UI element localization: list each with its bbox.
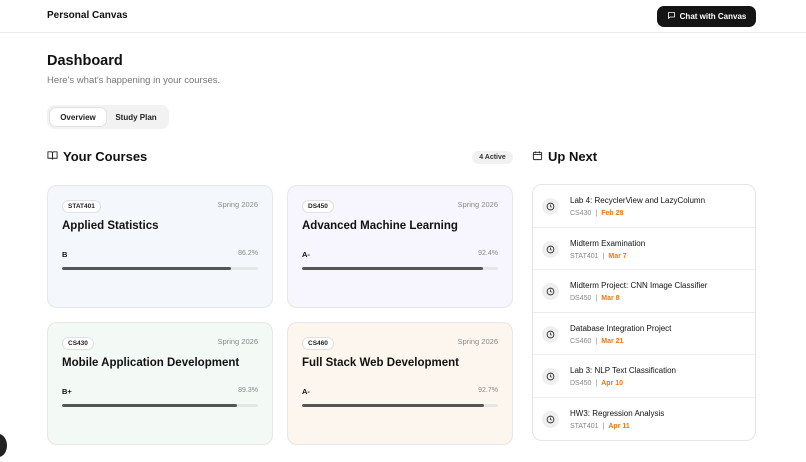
course-grade: A- [302, 250, 310, 259]
tab-study-plan[interactable]: Study Plan [110, 108, 162, 126]
top-bar: Personal Canvas Chat with Canvas [0, 0, 806, 33]
assignment-due-date: Apr 11 [608, 422, 630, 430]
up-next-item[interactable]: HW3: Regression Analysis STAT401 | Apr 11 [533, 398, 755, 440]
floating-action-button[interactable] [0, 434, 7, 457]
course-card[interactable]: CS460 Spring 2026 Full Stack Web Develop… [287, 322, 513, 445]
course-grade: A- [302, 387, 310, 396]
page-title: Dashboard [47, 53, 123, 69]
course-code: DS450 [302, 200, 334, 213]
meta-separator: | [595, 380, 598, 388]
course-card[interactable]: DS450 Spring 2026 Advanced Machine Learn… [287, 185, 513, 308]
course-percent: 92.4% [478, 250, 498, 257]
assignment-title: HW3: Regression Analysis [570, 408, 665, 418]
course-percent: 86.2% [238, 250, 258, 257]
meta-separator: | [595, 295, 598, 303]
assignment-title: Lab 4: RecyclerView and LazyColumn [570, 196, 706, 205]
grade-progress-bar [62, 267, 258, 270]
up-next-item[interactable]: Lab 4: RecyclerView and LazyColumn CS430… [533, 185, 755, 228]
assignment-course: CS460 [570, 337, 592, 345]
active-count-badge: 4 Active [472, 151, 513, 164]
assignment-due-date: Mar 8 [601, 295, 620, 303]
clock-icon [542, 198, 559, 215]
tab-overview[interactable]: Overview [50, 108, 106, 126]
your-courses-title: Your Courses [63, 149, 148, 164]
clock-icon [542, 283, 559, 301]
assignment-due-date: Mar 7 [608, 252, 627, 260]
meta-separator: | [595, 210, 598, 217]
page-subtitle: Here's what's happening in your courses. [47, 75, 221, 86]
assignment-title: Midterm Project: CNN Image Classifier [570, 281, 708, 291]
up-next-item[interactable]: Lab 3: NLP Text Classification DS450 | Apr… [533, 355, 755, 398]
course-card[interactable]: STAT401 Spring 2026 Applied Statistics B… [47, 185, 273, 308]
up-next-list: Lab 4: RecyclerView and LazyColumn CS430… [532, 184, 756, 441]
up-next-item[interactable]: Midterm Examination STAT401 | Mar 7 [533, 228, 755, 271]
grade-progress-bar [302, 267, 498, 270]
grade-progress-bar [302, 404, 498, 407]
assignment-title: Database Integration Project [570, 323, 672, 333]
grade-progress-fill [62, 404, 238, 407]
course-name: Applied Statistics [62, 220, 159, 232]
up-next-item[interactable]: Database Integration Project CS460 | Mar 2… [533, 313, 755, 356]
clock-icon [542, 240, 559, 258]
assignment-course: CS430 [570, 210, 592, 217]
meta-separator: | [602, 252, 605, 260]
up-next-heading: Up Next [532, 149, 597, 164]
course-code: CS430 [62, 337, 94, 350]
message-square-icon [667, 11, 676, 22]
assignment-title: Lab 3: NLP Text Classification [570, 366, 676, 376]
course-percent: 89.3% [238, 387, 258, 394]
up-next-title: Up Next [548, 149, 598, 164]
grade-progress-fill [62, 267, 231, 270]
assignment-title: Midterm Examination [570, 238, 646, 248]
course-term: Spring 2026 [217, 200, 258, 209]
assignment-course: DS450 [570, 295, 592, 303]
assignment-due-date: Feb 28 [601, 210, 624, 217]
course-name: Full Stack Web Development [302, 357, 459, 369]
chat-with-canvas-button[interactable]: Chat with Canvas [657, 6, 756, 27]
clock-icon [542, 368, 559, 386]
calendar-icon [532, 149, 543, 164]
course-term: Spring 2026 [457, 200, 498, 209]
course-name: Advanced Machine Learning [302, 220, 458, 232]
assignment-course: DS450 [570, 380, 592, 388]
course-name: Mobile Application Development [62, 357, 240, 369]
your-courses-heading: Your Courses [47, 149, 147, 164]
meta-separator: | [595, 337, 598, 345]
chat-button-label: Chat with Canvas [679, 12, 747, 21]
assignment-due-date: Mar 21 [601, 337, 624, 345]
clock-icon [542, 325, 559, 343]
grade-progress-bar [62, 404, 258, 407]
book-open-icon [47, 149, 58, 164]
grade-progress-fill [302, 404, 484, 407]
course-code: CS460 [302, 337, 334, 350]
course-card[interactable]: CS430 Spring 2026 Mobile Application Dev… [47, 322, 273, 445]
meta-separator: | [602, 422, 605, 430]
assignment-course: STAT401 [570, 422, 599, 430]
grade-progress-fill [302, 267, 484, 270]
course-term: Spring 2026 [457, 337, 498, 346]
course-grade: B+ [62, 387, 72, 396]
app-title: Personal Canvas [47, 10, 128, 21]
course-term: Spring 2026 [217, 337, 258, 346]
course-code: STAT401 [62, 200, 101, 213]
course-percent: 92.7% [478, 387, 498, 394]
course-grade: B [62, 250, 68, 259]
assignment-due-date: Apr 10 [601, 380, 624, 388]
view-tabs: Overview Study Plan [47, 105, 169, 129]
clock-icon [542, 410, 559, 428]
up-next-item[interactable]: Midterm Project: CNN Image Classifier DS… [533, 270, 755, 313]
assignment-course: STAT401 [570, 252, 599, 260]
